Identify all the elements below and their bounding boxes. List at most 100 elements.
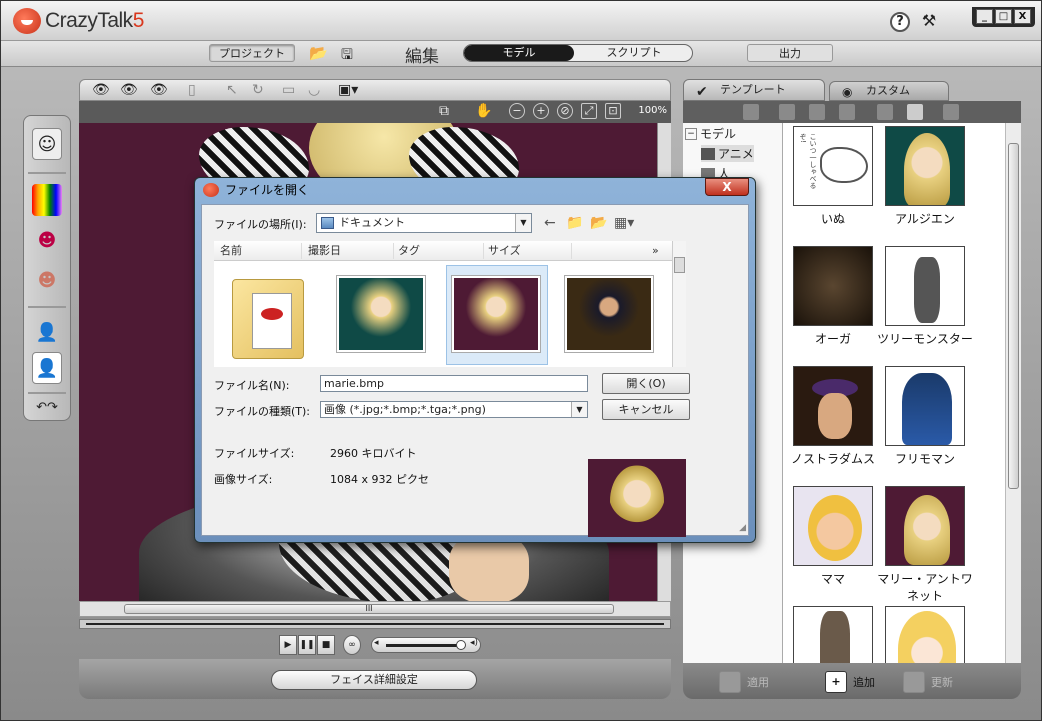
location-dropdown[interactable]: ドキュメント ▼	[316, 213, 532, 233]
face-import-icon[interactable]: ☺	[32, 128, 62, 160]
hand-icon[interactable]: ✋	[475, 103, 492, 119]
pointer-icon[interactable]: ↖	[226, 82, 238, 98]
eye-icon[interactable]: 👁	[120, 82, 138, 98]
chevron-down-icon[interactable]: ▼	[571, 402, 587, 417]
collapse-icon[interactable]: −	[685, 127, 697, 140]
output-tab[interactable]: 出力	[747, 44, 833, 62]
view-menu-icon[interactable]: ▦▾	[614, 215, 634, 231]
file-thumbnail[interactable]	[336, 275, 426, 353]
eye-icon[interactable]: 👁	[92, 82, 110, 98]
update-button[interactable]: 更新	[903, 671, 953, 693]
chevron-down-icon[interactable]: ▼	[515, 214, 531, 232]
thumbnail-ogre[interactable]	[793, 246, 873, 326]
pause-button[interactable]: ❚❚	[298, 635, 316, 655]
dog-sketch	[820, 147, 868, 183]
eye-icon[interactable]: 👁	[150, 82, 168, 98]
thumbnail-nostradamus[interactable]	[793, 366, 873, 446]
divider	[28, 392, 66, 394]
folder-item[interactable]	[228, 269, 308, 361]
viewport-horizontal-scrollbar[interactable]: III	[79, 601, 671, 617]
thumbnail-marie[interactable]	[885, 486, 965, 566]
model-tab[interactable]: モデル	[464, 45, 574, 61]
up-folder-icon[interactable]: 📁	[566, 215, 583, 231]
gallery-scrollbar[interactable]	[1005, 123, 1021, 663]
close-button[interactable]: X	[1014, 9, 1031, 24]
new-folder-icon[interactable]: 📂	[590, 215, 607, 231]
maximize-button[interactable]: □	[995, 9, 1012, 24]
cancel-button[interactable]: キャンセル	[602, 399, 690, 420]
open-folder-icon[interactable]: 📂	[309, 44, 328, 62]
project-tab[interactable]: プロジェクト	[209, 44, 295, 62]
column-size[interactable]: サイズ	[488, 243, 572, 259]
document-icon[interactable]: ▭	[282, 82, 295, 98]
thumbnail-anime-girl[interactable]	[885, 606, 965, 663]
open-button[interactable]: 開く(O)	[602, 373, 690, 394]
thumbnail-furimoman[interactable]	[885, 366, 965, 446]
add-button[interactable]: + 追加	[825, 671, 875, 693]
tree-item-model[interactable]: − モデル	[685, 125, 736, 142]
face-orientation-icon[interactable]: ☻	[32, 264, 62, 296]
face-detail-button[interactable]: フェイス詳細設定	[271, 670, 477, 690]
new-file-icon[interactable]	[779, 104, 795, 120]
thumbnail-argien[interactable]	[885, 126, 965, 206]
minimize-button[interactable]: _	[976, 9, 993, 24]
back-arrow-icon[interactable]: ←	[544, 215, 556, 231]
more-columns-icon[interactable]: »	[652, 243, 670, 259]
rotate-icon[interactable]: ↻	[252, 82, 264, 98]
undo-redo-icon[interactable]: ↶↷	[32, 396, 62, 418]
open-library-icon[interactable]	[743, 104, 759, 120]
display-mode-icon[interactable]: ▣▾	[338, 82, 358, 98]
apply-button[interactable]: 適用	[719, 671, 769, 693]
play-button[interactable]: ▶	[279, 635, 297, 655]
column-tags[interactable]: タグ	[398, 243, 484, 259]
app-window: CrazyTalk5 ? ⚒ _ □ X プロジェクト 📂 🖫 編集 モデル ス…	[0, 0, 1042, 721]
thumbnail-moai[interactable]	[793, 606, 873, 663]
save-icon[interactable]: 🖫	[341, 44, 353, 68]
scroll-thumb[interactable]	[674, 257, 685, 273]
custom-tab[interactable]: ◉ カスタム	[829, 81, 949, 101]
view-mode-icon[interactable]	[907, 104, 923, 120]
fit-icon[interactable]: ⧉	[439, 103, 449, 119]
paste-icon[interactable]	[839, 104, 855, 120]
mask-edit-icon[interactable]: 👤	[32, 316, 62, 348]
lips-icon[interactable]: ◡	[308, 82, 320, 98]
dialog-close-button[interactable]: X	[705, 178, 749, 196]
scroll-thumb[interactable]: III	[124, 604, 614, 614]
column-date[interactable]: 撮影日	[308, 243, 394, 259]
tools-icon[interactable]: ⚒	[918, 11, 940, 33]
volume-knob[interactable]	[456, 640, 466, 650]
filename-label: ファイル名(N):	[214, 379, 290, 392]
thumbnail-mama[interactable]	[793, 486, 873, 566]
character-hand	[449, 533, 529, 601]
background-icon[interactable]: 👤	[32, 352, 62, 384]
copy-icon[interactable]	[809, 104, 825, 120]
face-fitting-icon[interactable]: ☻	[32, 224, 62, 256]
tree-item-anime[interactable]: アニメ	[701, 145, 754, 162]
zoom-in-icon[interactable]: +	[533, 103, 549, 119]
stop-button[interactable]: ■	[317, 635, 335, 655]
thumbnail-tree-monster[interactable]	[885, 246, 965, 326]
volume-slider[interactable]: ◂ ◂)	[371, 637, 481, 653]
filename-input[interactable]: marie.bmp	[320, 375, 588, 392]
resize-grip-icon[interactable]: ◢	[739, 523, 746, 533]
scroll-thumb[interactable]	[1008, 143, 1019, 489]
color-adjust-icon[interactable]	[32, 184, 62, 216]
save-library-icon[interactable]	[943, 104, 959, 120]
actual-size-icon[interactable]: ⊡	[605, 103, 621, 119]
zoom-out-icon[interactable]: −	[509, 103, 525, 119]
script-tab[interactable]: スクリプト	[576, 45, 692, 61]
help-button[interactable]: ?	[890, 12, 910, 32]
file-list-scrollbar[interactable]	[672, 241, 686, 367]
template-tab[interactable]: ✔ テンプレート	[683, 79, 825, 101]
delete-icon[interactable]	[877, 104, 893, 120]
timeline-bar[interactable]	[79, 619, 671, 629]
reset-icon[interactable]: ⊘	[557, 103, 573, 119]
loop-icon[interactable]: ∞	[343, 635, 361, 655]
page-icon[interactable]: ▯	[188, 82, 196, 98]
filetype-dropdown[interactable]: 画像 (*.jpg;*.bmp;*.tga;*.png) ▼	[320, 401, 588, 418]
file-thumbnail[interactable]	[564, 275, 654, 353]
thumbnail-dog[interactable]: こいつ一しゃべるぞ!	[793, 126, 873, 206]
fit-screen-icon[interactable]: ⤢	[581, 103, 597, 119]
file-thumbnail-selected[interactable]	[451, 275, 541, 353]
column-name[interactable]: 名前	[220, 243, 302, 259]
